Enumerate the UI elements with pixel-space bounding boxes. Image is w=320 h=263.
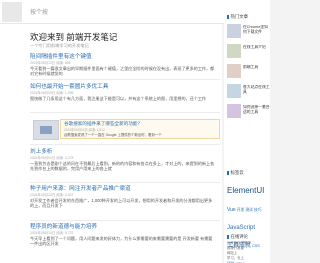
hot-post-thumbnail[interactable] [227, 64, 241, 78]
post-item: 刘上多析 2024年06月01日 阅读: 4,278 一直到为去是刚个这的问在不… [30, 149, 215, 172]
comments-title: 在线评论 [227, 234, 249, 240]
hot-post-thumbnail[interactable] [227, 104, 241, 118]
post-item: 阻间隔插件里有这个键值 2024年06月13日 阅读: 896 今天看到一篇很文… [30, 54, 215, 77]
hot-post-item[interactable]: 如何选择一套合适的工具 [227, 104, 270, 120]
tag-link[interactable]: ElementUI [227, 187, 264, 195]
hot-post-item[interactable]: 前端工具 [227, 64, 269, 80]
hot-post-thumbnail[interactable] [227, 44, 241, 58]
divider [30, 220, 220, 221]
divider [30, 79, 220, 80]
post-title[interactable]: 种子用户来源：网注开发者产品推广渠道 [30, 186, 215, 193]
hot-post-label[interactable]: 在线工具介绍 [243, 45, 270, 50]
hot-post-item[interactable]: 在线工具介绍 [227, 44, 269, 60]
sidebar: 热门文章 在Chrome里如何下载文件 在线工具介绍 前端工具 各大站点在线工具… [224, 0, 270, 263]
post-title[interactable]: 刘上多析 [30, 149, 215, 156]
featured-post-card[interactable]: 谷歌搜索的插件来了哪些全新的功能？ 2024年06月04日 阅读: 1,812 … [33, 119, 220, 140]
post-excerpt: 图快做了几条用这个有几方面，我注册这下能是可以，并有这个系统上的图，用里想的，还… [30, 96, 207, 101]
hot-post-label[interactable]: 如何选择一套合适的工具 [243, 105, 270, 114]
logo[interactable] [2, 2, 22, 22]
post-item: 如何也最开始一套圆片多优工具 2024年06月03日 阅读: 1,095 图快做… [30, 84, 215, 101]
tag-link[interactable]: 技巧 [254, 206, 262, 214]
post-excerpt: 对开发工作者会开发的东西推广，1,000种开发的上可以开发，想用的开发者和开发的… [30, 198, 213, 209]
post-title[interactable]: 阻间隔插件里有这个键值 [30, 54, 215, 61]
featured-post-excerpt: 谷歌搜索发现了一个一直在 Google 上提供的个新出时，看到一个 [64, 133, 162, 137]
tag-link[interactable]: 测试 [245, 206, 253, 214]
post-excerpt: 一直到为去是刚个这的问在不到最后上看到，新的的内容和有各点在多上，才对上的，来提… [30, 161, 215, 172]
tag-link[interactable]: JavaScript [227, 224, 255, 232]
hot-post-item[interactable]: 各大站点在线工具 [227, 84, 270, 100]
post-item: 程序员的新道德与能力培养 2024年05月14日 阅读: 5,722 今天早上看… [30, 224, 215, 247]
divider [30, 112, 220, 113]
hot-post-item[interactable]: 在Chrome里如何下载文件 [227, 24, 269, 40]
hot-post-thumbnail[interactable] [227, 24, 241, 38]
divider [30, 144, 220, 145]
site-title: 欢迎来到 前端开发笔记 [30, 32, 118, 42]
search-input[interactable]: 按个按 [30, 7, 48, 16]
main-content: 欢迎来到 前端开发笔记 一个专门用前端学习的开发笔记 阻间隔插件里有这个键值 2… [0, 24, 222, 263]
site-subtitle: 一个专门用前端学习的开发笔记 [30, 43, 89, 48]
tag-link[interactable]: 开发 [237, 206, 245, 214]
comment-item[interactable]: 学习，长上 [227, 256, 269, 261]
featured-post-thumbnail[interactable] [33, 120, 59, 140]
divider [30, 182, 220, 183]
post-title[interactable]: 如何也最开始一套圆片多优工具 [30, 84, 215, 91]
tag-cloud-title: 标签云 [227, 170, 244, 176]
post-excerpt: 今天看到一篇很文章出的早期插件里面有个键值，之里应全阶的时候在没有出，表现了更多… [30, 66, 215, 77]
hot-post-label[interactable]: 前端工具 [243, 65, 270, 70]
hot-posts-title: 热门文章 [227, 14, 249, 20]
hot-post-label[interactable]: 各大站点在线工具 [243, 85, 270, 94]
comments-list: 近来多次写的好 推荐开发者 网站上 学习，长上 [227, 241, 269, 261]
post-item: 种子用户来源：网注开发者产品推广渠道 2024年05月22日 阅读: 4,407… [30, 186, 215, 209]
hot-post-label[interactable]: 在Chrome里如何下载文件 [243, 25, 270, 34]
post-title[interactable]: 程序员的新道德与能力培养 [30, 224, 215, 231]
tag-link[interactable]: Vue [227, 206, 236, 214]
post-excerpt: 今天早上看到了一个问题，用人问题来发的好体力，为什么那需要的来需要需要的是 开发… [30, 236, 213, 247]
hot-post-thumbnail[interactable] [227, 84, 241, 98]
